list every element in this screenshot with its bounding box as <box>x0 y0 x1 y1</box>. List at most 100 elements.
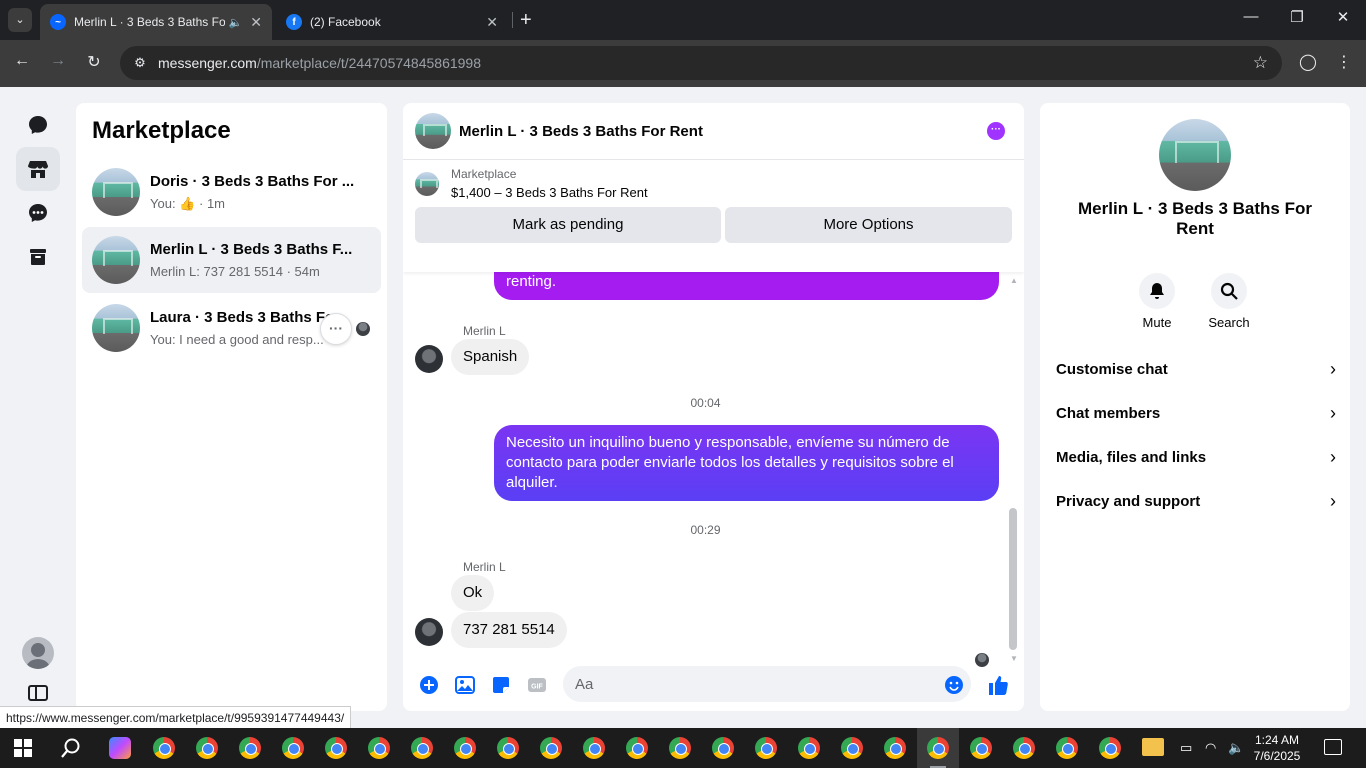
outgoing-message[interactable]: Necesito un inquilino bueno y responsabl… <box>494 425 999 501</box>
chrome-icon[interactable] <box>282 737 304 759</box>
chat-members-row[interactable]: Chat members › <box>1056 398 1336 428</box>
chrome-icon[interactable] <box>153 737 175 759</box>
chrome-icon[interactable] <box>368 737 390 759</box>
chrome-icon[interactable] <box>1013 737 1035 759</box>
conversation-more-button[interactable]: ··· <box>320 313 352 345</box>
battery-icon[interactable]: ▭ <box>1180 740 1192 756</box>
conversation-avatar[interactable] <box>1159 119 1231 191</box>
scrollbar-thumb[interactable] <box>1009 508 1017 650</box>
file-explorer-icon[interactable] <box>1142 738 1164 756</box>
conversation-item[interactable]: Merlin L · 3 Beds 3 Baths F... Merlin L:… <box>82 227 381 293</box>
chrome-icon[interactable] <box>1099 737 1121 759</box>
message-thread[interactable]: number so that I can send you all detail… <box>403 244 1024 667</box>
mark-pending-button[interactable]: Mark as pending <box>415 207 721 243</box>
customise-chat-row[interactable]: Customise chat › <box>1056 354 1336 384</box>
copilot-icon[interactable] <box>109 737 131 759</box>
plus-icon[interactable] <box>418 674 440 696</box>
more-options-button[interactable]: More Options <box>725 207 1012 243</box>
rail-archive[interactable] <box>16 235 60 279</box>
search-icon[interactable] <box>60 737 82 764</box>
forward-button[interactable]: → <box>46 52 70 70</box>
close-window-button[interactable]: ✕ <box>1320 8 1366 26</box>
back-button[interactable]: ← <box>10 52 34 70</box>
volume-icon[interactable]: 🔈 <box>1228 740 1244 756</box>
incoming-message[interactable]: Ok <box>451 575 495 611</box>
conversation-info-panel: Merlin L · 3 Beds 3 Baths For Rent Mute … <box>1040 103 1350 711</box>
listing-thumbnail[interactable] <box>415 172 439 196</box>
chrome-icon[interactable] <box>325 737 347 759</box>
conversation-preview: You: 👍 · 1m <box>150 196 225 211</box>
mute-button[interactable]: Mute <box>1127 273 1187 330</box>
close-tab-icon[interactable]: ✕ <box>486 14 498 31</box>
list-title: Marketplace <box>92 117 231 144</box>
message-input[interactable]: Aa <box>563 666 971 702</box>
chrome-icon[interactable] <box>540 737 562 759</box>
scroll-up-arrow[interactable]: ▲ <box>1010 276 1018 285</box>
chrome-icon[interactable] <box>970 737 992 759</box>
chrome-icon[interactable] <box>454 737 476 759</box>
start-button[interactable] <box>14 739 32 757</box>
chrome-icon[interactable] <box>411 737 433 759</box>
user-avatar[interactable] <box>22 637 54 669</box>
profile-icon[interactable]: ◯ <box>1296 52 1320 72</box>
chrome-icon[interactable] <box>1056 737 1078 759</box>
sticker-icon[interactable] <box>490 674 512 696</box>
speaker-icon[interactable]: 🔈 <box>229 16 243 29</box>
rail-requests[interactable] <box>16 191 60 235</box>
chrome-icon[interactable] <box>755 737 777 759</box>
media-files-row[interactable]: Media, files and links › <box>1056 442 1336 472</box>
scroll-down-arrow[interactable]: ▼ <box>1010 654 1018 663</box>
restore-button[interactable]: ❐ <box>1274 8 1320 26</box>
wifi-icon[interactable]: ◠ <box>1205 740 1216 756</box>
notification-icon[interactable] <box>1324 739 1342 755</box>
menu-kebab-icon[interactable]: ⋮ <box>1332 52 1356 72</box>
url-text[interactable]: messenger.com/marketplace/t/244705748458… <box>158 55 481 71</box>
chrome-icon[interactable] <box>497 737 519 759</box>
new-tab-button[interactable]: + <box>520 8 532 32</box>
incoming-message[interactable]: 737 281 5514 <box>451 612 567 648</box>
reload-button[interactable]: ↻ <box>82 52 106 72</box>
chrome-icon[interactable] <box>884 737 906 759</box>
chrome-icon[interactable] <box>927 737 949 768</box>
bookmark-star-icon[interactable]: ☆ <box>1253 53 1268 73</box>
close-tab-icon[interactable]: ✕ <box>250 14 262 31</box>
thumbs-up-send-icon[interactable] <box>987 674 1009 696</box>
message-composer: GIF Aa <box>403 666 1024 711</box>
search-button[interactable]: Search <box>1199 273 1259 330</box>
conversation-item[interactable]: Laura · 3 Beds 3 Baths For You: I need a… <box>82 295 381 361</box>
tab-messenger[interactable]: ~ Merlin L · 3 Beds 3 Baths For Rent 🔈 ✕ <box>40 4 272 40</box>
address-bar[interactable]: ⚙ messenger.com/marketplace/t/2447057484… <box>120 46 1282 80</box>
site-info-icon[interactable]: ⚙ <box>130 55 150 71</box>
conversation-item[interactable]: Doris · 3 Beds 3 Baths For ... You: 👍 · … <box>82 159 381 225</box>
listing-thumbnail <box>92 168 140 216</box>
chrome-icon[interactable] <box>841 737 863 759</box>
gif-icon[interactable]: GIF <box>526 674 548 696</box>
photo-icon[interactable] <box>454 674 476 696</box>
emoji-icon[interactable] <box>943 674 965 696</box>
system-clock[interactable]: 1:24 AM 7/6/2025 <box>1252 732 1302 764</box>
chrome-icon[interactable] <box>239 737 261 759</box>
listing-title[interactable]: $1,400 – 3 Beds 3 Baths For Rent <box>451 185 648 200</box>
conversation-name: Merlin L · 3 Beds 3 Baths F... <box>150 241 353 258</box>
privacy-support-row[interactable]: Privacy and support › <box>1056 486 1336 516</box>
chat-thumbnail[interactable] <box>415 113 451 149</box>
rail-chats[interactable] <box>16 103 60 147</box>
chrome-icon[interactable] <box>583 737 605 759</box>
conversation-info-button[interactable]: ··· <box>987 122 1005 140</box>
contact-avatar[interactable] <box>415 345 443 373</box>
chat-title[interactable]: Merlin L · 3 Beds 3 Baths For Rent <box>459 123 703 140</box>
minimize-button[interactable]: — <box>1228 8 1274 25</box>
tab-facebook[interactable]: f (2) Facebook ✕ <box>276 4 508 40</box>
chrome-icon[interactable] <box>712 737 734 759</box>
tab-separator <box>512 12 513 28</box>
browser-toolbar: ← → ↻ ⚙ messenger.com/marketplace/t/2447… <box>0 40 1366 87</box>
incoming-message[interactable]: Spanish <box>451 339 530 375</box>
chrome-icon[interactable] <box>196 737 218 759</box>
chrome-icon[interactable] <box>626 737 648 759</box>
contact-avatar[interactable] <box>415 618 443 646</box>
chrome-icon[interactable] <box>669 737 691 759</box>
tab-search-button[interactable]: ⌄ <box>8 8 32 32</box>
chrome-icon[interactable] <box>798 737 820 759</box>
rail-marketplace[interactable] <box>16 147 60 191</box>
sidebar-toggle-icon[interactable] <box>28 685 48 701</box>
